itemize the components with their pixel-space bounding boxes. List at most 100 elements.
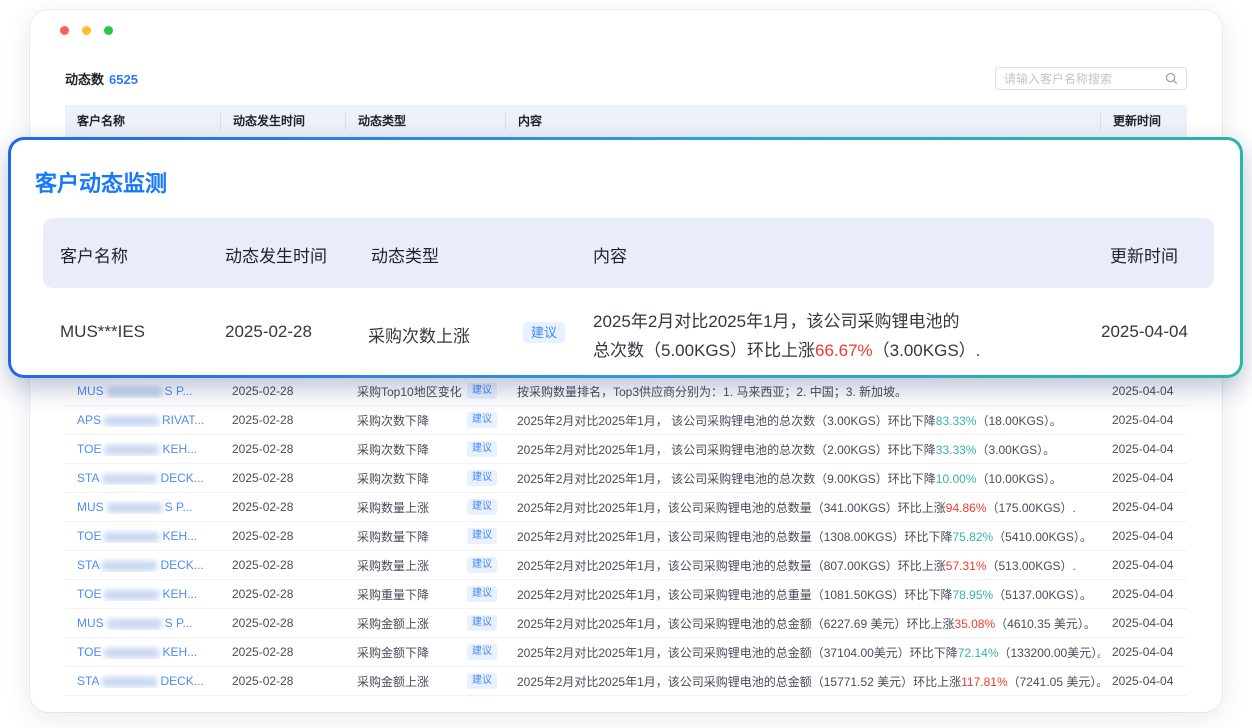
suggestion-badge: 建议 xyxy=(467,673,497,689)
redacted-name-blur xyxy=(107,619,162,629)
redacted-name-blur xyxy=(104,416,159,426)
card-row: MUS***IES 2025-02-28 采购次数上涨 建议 2025年2月对比… xyxy=(43,288,1214,378)
page-header: 动态数6525 xyxy=(65,67,1187,91)
close-window-icon[interactable] xyxy=(60,26,69,35)
update-time: 2025-04-04 xyxy=(1100,616,1187,630)
occur-time: 2025-02-28 xyxy=(220,384,345,398)
update-time: 2025-04-04 xyxy=(1100,471,1187,485)
redacted-name-blur xyxy=(104,590,159,600)
update-time: 2025-04-04 xyxy=(1100,674,1187,688)
occur-time: 2025-02-28 xyxy=(220,413,345,427)
card-dynamic-content: 2025年2月对比2025年1月，该公司采购锂电池的 总次数（5.00KGS）环… xyxy=(593,307,1093,365)
table-row: MUSS P... 2025-02-28 采购数量上涨 建议 2025年2月对比… xyxy=(65,493,1187,522)
card-col-update-time: 更新时间 xyxy=(1110,242,1178,267)
dynamic-type: 采购数量上涨 xyxy=(357,557,429,574)
occur-time: 2025-02-28 xyxy=(220,616,345,630)
update-time: 2025-04-04 xyxy=(1100,500,1187,514)
dynamic-type: 采购Top10地区变化 xyxy=(357,383,462,400)
table-row: MUSS P... 2025-02-28 采购金额上涨 建议 2025年2月对比… xyxy=(65,609,1187,638)
suggestion-badge: 建议 xyxy=(467,441,497,457)
table-header: 客户名称 动态发生时间 动态类型 内容 更新时间 xyxy=(65,105,1187,137)
dynamic-type: 采购金额上涨 xyxy=(357,615,429,632)
dynamic-content: 2025年2月对比2025年1月，该公司采购锂电池的总金额（15771.52 美… xyxy=(505,673,1100,690)
redacted-name-blur xyxy=(107,503,162,513)
customer-name-link[interactable]: STADECK... xyxy=(77,471,204,485)
update-time: 2025-04-04 xyxy=(1100,384,1187,398)
search-input[interactable] xyxy=(1004,72,1165,86)
dynamic-type: 采购重量下降 xyxy=(357,586,429,603)
redacted-name-blur xyxy=(102,677,157,687)
dynamic-content: 2025年2月对比2025年1月，该公司采购锂电池的总金额（37104.00美元… xyxy=(505,644,1100,661)
occur-time: 2025-02-28 xyxy=(220,645,345,659)
update-time: 2025-04-04 xyxy=(1100,558,1187,572)
customer-name-link[interactable]: TOEKEH... xyxy=(77,645,197,659)
customer-name-link[interactable]: TOEKEH... xyxy=(77,587,197,601)
update-time: 2025-04-04 xyxy=(1100,645,1187,659)
table-row: APSRIVAT... 2025-02-28 采购次数下降 建议 2025年2月… xyxy=(65,406,1187,435)
suggestion-badge: 建议 xyxy=(467,412,497,428)
customer-name-link[interactable]: STADECK... xyxy=(77,558,204,572)
suggestion-badge: 建议 xyxy=(467,470,497,486)
occur-time: 2025-02-28 xyxy=(220,587,345,601)
update-time: 2025-04-04 xyxy=(1100,529,1187,543)
table-row: STADECK... 2025-02-28 采购数量上涨 建议 2025年2月对… xyxy=(65,551,1187,580)
card-percent-value: 66.67% xyxy=(815,341,873,360)
table-row: STADECK... 2025-02-28 采购次数下降 建议 2025年2月对… xyxy=(65,464,1187,493)
update-time: 2025-04-04 xyxy=(1100,413,1187,427)
card-col-type: 动态类型 xyxy=(371,242,439,267)
redacted-name-blur xyxy=(102,474,157,484)
card-dynamic-type: 采购次数上涨 xyxy=(368,322,470,347)
dynamic-content: 2025年2月对比2025年1月，该公司采购锂电池的总金额（6227.69 美元… xyxy=(505,615,1100,632)
card-col-content: 内容 xyxy=(593,242,627,267)
suggestion-badge: 建议 xyxy=(467,528,497,544)
dynamic-content: 2025年2月对比2025年1月，该公司采购锂电池的总数量（1308.00KGS… xyxy=(505,528,1100,545)
dynamic-content: 按采购数量排名，Top3供应商分别为：1. 马来西亚；2. 中国；3. 新加坡。 xyxy=(505,383,1100,400)
dynamic-type: 采购次数下降 xyxy=(357,412,429,429)
customer-name-link[interactable]: TOEKEH... xyxy=(77,442,197,456)
customer-name-link[interactable]: MUSS P... xyxy=(77,616,192,630)
dynamics-count-value: 6525 xyxy=(109,72,138,87)
dynamic-content: 2025年2月对比2025年1月， 该公司采购锂电池的总次数（3.00KGS）环… xyxy=(505,412,1100,429)
occur-time: 2025-02-28 xyxy=(220,500,345,514)
highlight-card: 客户动态监测 客户名称 动态发生时间 动态类型 内容 更新时间 MUS***IE… xyxy=(8,137,1243,378)
table-row: TOEKEH... 2025-02-28 采购金额下降 建议 2025年2月对比… xyxy=(65,638,1187,667)
maximize-window-icon[interactable] xyxy=(104,26,113,35)
dynamic-type: 采购次数下降 xyxy=(357,441,429,458)
table-row: MUSS P... 2025-02-28 采购Top10地区变化 建议 按采购数… xyxy=(65,377,1187,406)
dynamics-count: 动态数6525 xyxy=(65,69,138,88)
dynamic-content: 2025年2月对比2025年1月，该公司采购锂电池的总数量（807.00KGS）… xyxy=(505,557,1100,574)
dynamic-type: 采购数量下降 xyxy=(357,528,429,545)
dynamic-type: 采购金额下降 xyxy=(357,644,429,661)
customer-name-link[interactable]: STADECK... xyxy=(77,674,204,688)
occur-time: 2025-02-28 xyxy=(220,471,345,485)
suggestion-badge: 建议 xyxy=(467,383,497,399)
dynamic-type: 采购金额上涨 xyxy=(357,673,429,690)
customer-name-link[interactable]: TOEKEH... xyxy=(77,529,197,543)
occur-time: 2025-02-28 xyxy=(220,442,345,456)
customer-search[interactable] xyxy=(995,67,1187,90)
suggestion-badge: 建议 xyxy=(467,644,497,660)
suggestion-badge: 建议 xyxy=(467,586,497,602)
search-icon[interactable] xyxy=(1165,72,1178,85)
customer-name-link[interactable]: MUSS P... xyxy=(77,500,192,514)
col-header-customer-name: 客户名称 xyxy=(65,112,220,130)
update-time: 2025-04-04 xyxy=(1100,442,1187,456)
col-header-type: 动态类型 xyxy=(345,112,505,130)
card-title: 客户动态监测 xyxy=(35,166,167,198)
redacted-name-blur xyxy=(104,445,159,455)
window-controls xyxy=(60,26,113,35)
card-col-occur-time: 动态发生时间 xyxy=(225,242,327,267)
redacted-name-blur xyxy=(102,561,157,571)
card-col-customer-name: 客户名称 xyxy=(60,242,128,267)
card-customer-name: MUS***IES xyxy=(60,322,145,342)
customer-name-link[interactable]: MUSS P... xyxy=(77,384,192,398)
col-header-content: 内容 xyxy=(505,112,1100,130)
dynamic-content: 2025年2月对比2025年1月， 该公司采购锂电池的总次数（2.00KGS）环… xyxy=(505,441,1100,458)
dynamic-type: 采购数量上涨 xyxy=(357,499,429,516)
occur-time: 2025-02-28 xyxy=(220,529,345,543)
customer-name-link[interactable]: APSRIVAT... xyxy=(77,413,204,427)
table-row: STADECK... 2025-02-28 采购金额上涨 建议 2025年2月对… xyxy=(65,667,1187,696)
minimize-window-icon[interactable] xyxy=(82,26,91,35)
col-header-occur-time: 动态发生时间 xyxy=(220,112,345,130)
redacted-name-blur xyxy=(107,387,162,397)
